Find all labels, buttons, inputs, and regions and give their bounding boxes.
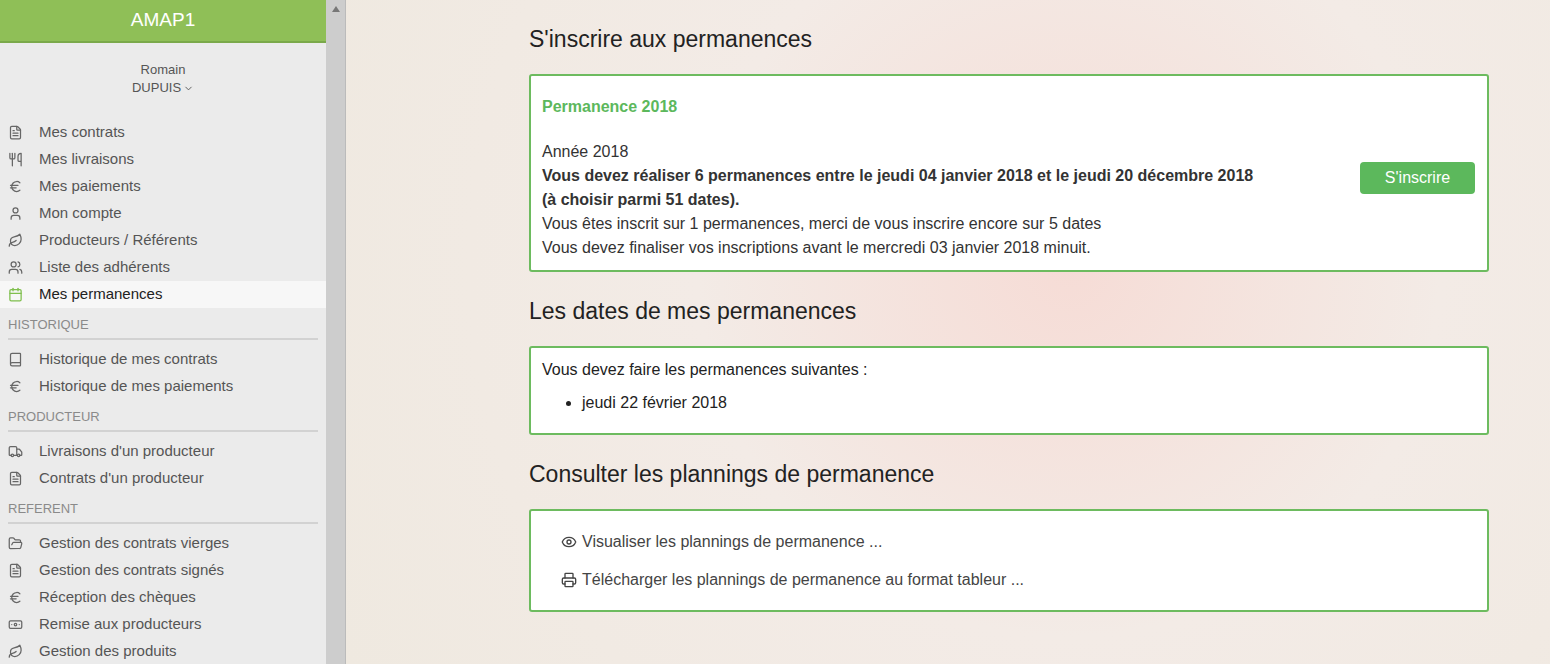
card-title: Permanence 2018 bbox=[542, 96, 1340, 118]
app: AMAP1RomainDUPUISMes contratsMes livrais… bbox=[0, 0, 1550, 664]
menu-icon bbox=[8, 179, 23, 194]
menu-icon bbox=[8, 617, 23, 632]
card-line: Vous êtes inscrit sur 1 permanences, mer… bbox=[542, 212, 1340, 236]
sidebar-item[interactable]: Mes livraisons bbox=[0, 146, 326, 173]
permanence-card: Permanence 2018 Année 2018Vous devez réal… bbox=[529, 74, 1489, 272]
card-line: Vous devez finaliser vos inscriptions av… bbox=[542, 236, 1340, 260]
menu-icon bbox=[8, 287, 23, 302]
dates-intro: Vous devez faire les permanences suivant… bbox=[542, 359, 1476, 381]
menu-icon bbox=[8, 379, 23, 394]
sidebar-section: PRODUCTEUR Livraisons d'un producteurCont… bbox=[0, 400, 326, 492]
sidebar-header: AMAP1 bbox=[0, 0, 326, 43]
sidebar-item[interactable]: Liste des adhérents bbox=[0, 254, 326, 281]
sidebar-item[interactable]: Mes contrats bbox=[0, 119, 326, 146]
main-content: S'inscrire aux permanences Permanence 201… bbox=[346, 0, 1550, 664]
sidebar-item[interactable]: Gestion des contrats vierges bbox=[0, 530, 326, 557]
card-line: Année 2018 bbox=[542, 140, 1340, 164]
sidebar-section: REFERENTGestion des contrats viergesGest… bbox=[0, 492, 326, 664]
card-line: (à choisir parmi 51 dates). bbox=[542, 188, 1340, 212]
sidebar-item[interactable]: Mon compte bbox=[0, 200, 326, 227]
sidebar-item[interactable]: Historique de mes contrats bbox=[0, 346, 326, 373]
menu-icon bbox=[8, 590, 23, 605]
sidebar-item[interactable]: Livraisons d'un producteur bbox=[0, 438, 326, 465]
menu-icon bbox=[8, 233, 23, 248]
menu-icon bbox=[8, 352, 23, 367]
section-title: HISTORIQUE bbox=[8, 316, 318, 340]
section-title: REFERENT bbox=[8, 500, 318, 524]
sidebar-item[interactable]: Gestion des produits bbox=[0, 638, 326, 664]
sidebar-item[interactable]: Contrats d'un producteur bbox=[0, 465, 326, 492]
menu-icon bbox=[8, 471, 23, 486]
sidebar-section: HISTORIQUE Historique de mes contratsHist… bbox=[0, 308, 326, 400]
sidebar: AMAP1RomainDUPUISMes contratsMes livrais… bbox=[0, 0, 326, 664]
scrollbar[interactable] bbox=[326, 0, 346, 664]
printer-icon bbox=[561, 572, 577, 588]
menu-icon bbox=[8, 206, 23, 221]
sidebar-item[interactable]: Mes paiements bbox=[0, 173, 326, 200]
date-item: jeudi 22 février 2018 bbox=[582, 391, 1476, 415]
menu-icon bbox=[8, 644, 23, 659]
section-heading: Les dates de mes permanences bbox=[529, 296, 1489, 326]
menu-icon bbox=[8, 444, 23, 459]
sidebar-item[interactable]: Gestion des contrats signés bbox=[0, 557, 326, 584]
card-line: Vous devez réaliser 6 permanences entre … bbox=[542, 164, 1340, 188]
plannings-card: Visualiser les plannings de permanence .… bbox=[529, 509, 1489, 612]
sidebar-item[interactable]: Remise aux producteurs bbox=[0, 611, 326, 638]
scroll-up-icon[interactable] bbox=[332, 6, 340, 12]
planning-link[interactable]: Visualiser les plannings de permanence .… bbox=[561, 530, 1487, 554]
section-heading: Consulter les plannings de permanence bbox=[529, 459, 1489, 489]
dates-card: Vous devez faire les permanences suivant… bbox=[529, 346, 1489, 435]
section-heading: S'inscrire aux permanences bbox=[529, 24, 1489, 54]
menu-icon bbox=[8, 125, 23, 140]
menu-icon bbox=[8, 152, 23, 167]
eye-icon bbox=[561, 534, 577, 550]
chevron-down-icon bbox=[183, 83, 194, 94]
section-title: PRODUCTEUR bbox=[8, 408, 318, 432]
menu-icon bbox=[8, 536, 23, 551]
sidebar-item[interactable]: Historique de mes paiements bbox=[0, 373, 326, 400]
planning-link[interactable]: Télécharger les plannings de permanence … bbox=[561, 568, 1487, 592]
menu-icon bbox=[8, 563, 23, 578]
menu-icon bbox=[8, 260, 23, 275]
register-button[interactable]: S'inscrire bbox=[1360, 162, 1475, 194]
sidebar-item[interactable]: Réception des chèques bbox=[0, 584, 326, 611]
sidebar-item[interactable]: Mes permanences bbox=[0, 281, 326, 308]
sidebar-item[interactable]: Producteurs / Référents bbox=[0, 227, 326, 254]
user-menu[interactable]: RomainDUPUIS bbox=[0, 43, 326, 119]
